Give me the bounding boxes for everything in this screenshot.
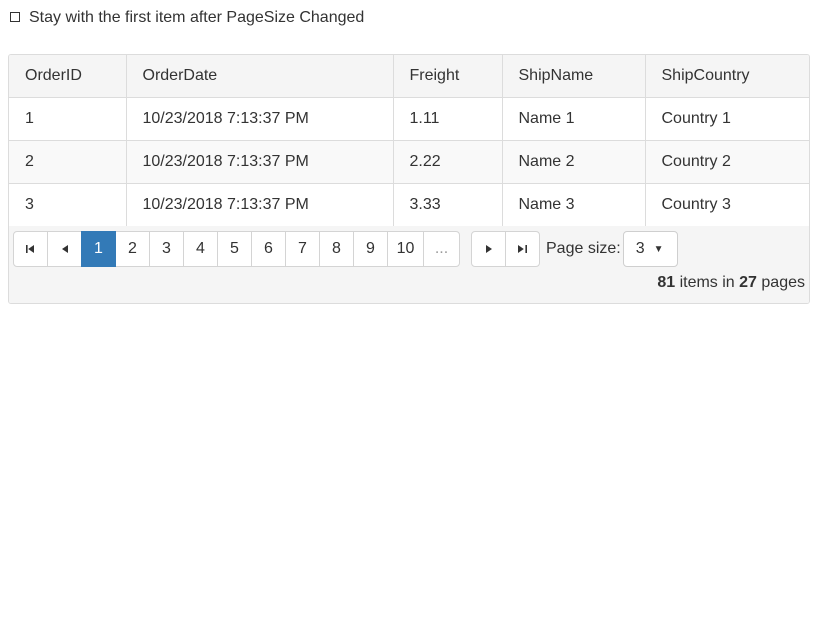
total-items-count: 81: [657, 274, 676, 291]
pages-text: pages: [761, 274, 805, 291]
column-header-freight[interactable]: Freight: [393, 55, 503, 98]
cell-freight: 3.33: [393, 183, 503, 227]
column-header-orderdate[interactable]: OrderDate: [126, 55, 394, 98]
page-button-8[interactable]: 8: [319, 231, 354, 267]
column-header-shipname[interactable]: ShipName: [502, 55, 646, 98]
page-button-2[interactable]: 2: [115, 231, 150, 267]
page-size-value: 3: [635, 240, 645, 257]
cell-shipcountry: Country 1: [645, 97, 809, 141]
page-size-label: Page size:: [546, 240, 621, 257]
prev-page-button[interactable]: [47, 231, 82, 267]
first-page-button[interactable]: [13, 231, 48, 267]
page-button-1[interactable]: 1: [81, 231, 116, 267]
last-page-icon: [518, 245, 527, 253]
next-last-buttons: [471, 231, 540, 267]
stay-first-item-checkbox[interactable]: [10, 11, 20, 22]
cell-orderid: 2: [9, 140, 127, 184]
cell-shipname: Name 3: [502, 183, 646, 227]
prev-page-icon: [61, 245, 68, 253]
cell-freight: 2.22: [393, 140, 503, 184]
page-size-dropdown[interactable]: 3 ▼: [622, 231, 678, 267]
cell-orderdate: 10/23/2018 7:13:37 PM: [126, 97, 394, 141]
page-size-control: Page size: 3 ▼: [546, 231, 678, 267]
orders-grid: OrderID OrderDate Freight ShipName ShipC…: [8, 54, 810, 304]
caret-down-icon: ▼: [653, 243, 664, 255]
last-page-button[interactable]: [505, 231, 540, 267]
cell-shipname: Name 1: [502, 97, 646, 141]
cell-orderid: 1: [9, 97, 127, 141]
pager: 1 2 3 4 5 6 7 8 9 10 ... Page size: 3 ▼: [9, 226, 809, 303]
orders-table: OrderID OrderDate Freight ShipName ShipC…: [9, 55, 809, 227]
first-page-icon: [26, 245, 34, 253]
pager-summary: 81 items in 27 pages: [657, 274, 805, 292]
page-button-3[interactable]: 3: [149, 231, 184, 267]
page-button-10[interactable]: 10: [387, 231, 424, 267]
cell-shipname: Name 2: [502, 140, 646, 184]
more-pages-button[interactable]: ...: [423, 231, 460, 267]
table-row[interactable]: 1 10/23/2018 7:13:37 PM 1.11 Name 1 Coun…: [9, 97, 809, 141]
page-button-5[interactable]: 5: [217, 231, 252, 267]
cell-shipcountry: Country 3: [645, 183, 809, 227]
cell-orderdate: 10/23/2018 7:13:37 PM: [126, 183, 394, 227]
cell-orderid: 3: [9, 183, 127, 227]
next-page-button[interactable]: [471, 231, 506, 267]
page-button-9[interactable]: 9: [353, 231, 388, 267]
column-header-shipcountry[interactable]: ShipCountry: [645, 55, 809, 98]
stay-first-item-label: Stay with the first item after PageSize …: [29, 9, 365, 26]
page-button-6[interactable]: 6: [251, 231, 286, 267]
next-page-icon: [485, 245, 492, 253]
header-row: OrderID OrderDate Freight ShipName ShipC…: [9, 55, 809, 98]
cell-freight: 1.11: [393, 97, 503, 141]
items-in-text: items in: [679, 274, 735, 291]
total-pages-count: 27: [739, 274, 757, 291]
table-row[interactable]: 2 10/23/2018 7:13:37 PM 2.22 Name 2 Coun…: [9, 140, 809, 184]
page-button-7[interactable]: 7: [285, 231, 320, 267]
column-header-orderid[interactable]: OrderID: [9, 55, 127, 98]
stay-first-item-option[interactable]: Stay with the first item after PageSize …: [10, 8, 364, 28]
cell-orderdate: 10/23/2018 7:13:37 PM: [126, 140, 394, 184]
page-button-4[interactable]: 4: [183, 231, 218, 267]
cell-shipcountry: Country 2: [645, 140, 809, 184]
table-row[interactable]: 3 10/23/2018 7:13:37 PM 3.33 Name 3 Coun…: [9, 183, 809, 227]
page-buttons: 1 2 3 4 5 6 7 8 9 10 ...: [13, 231, 460, 267]
